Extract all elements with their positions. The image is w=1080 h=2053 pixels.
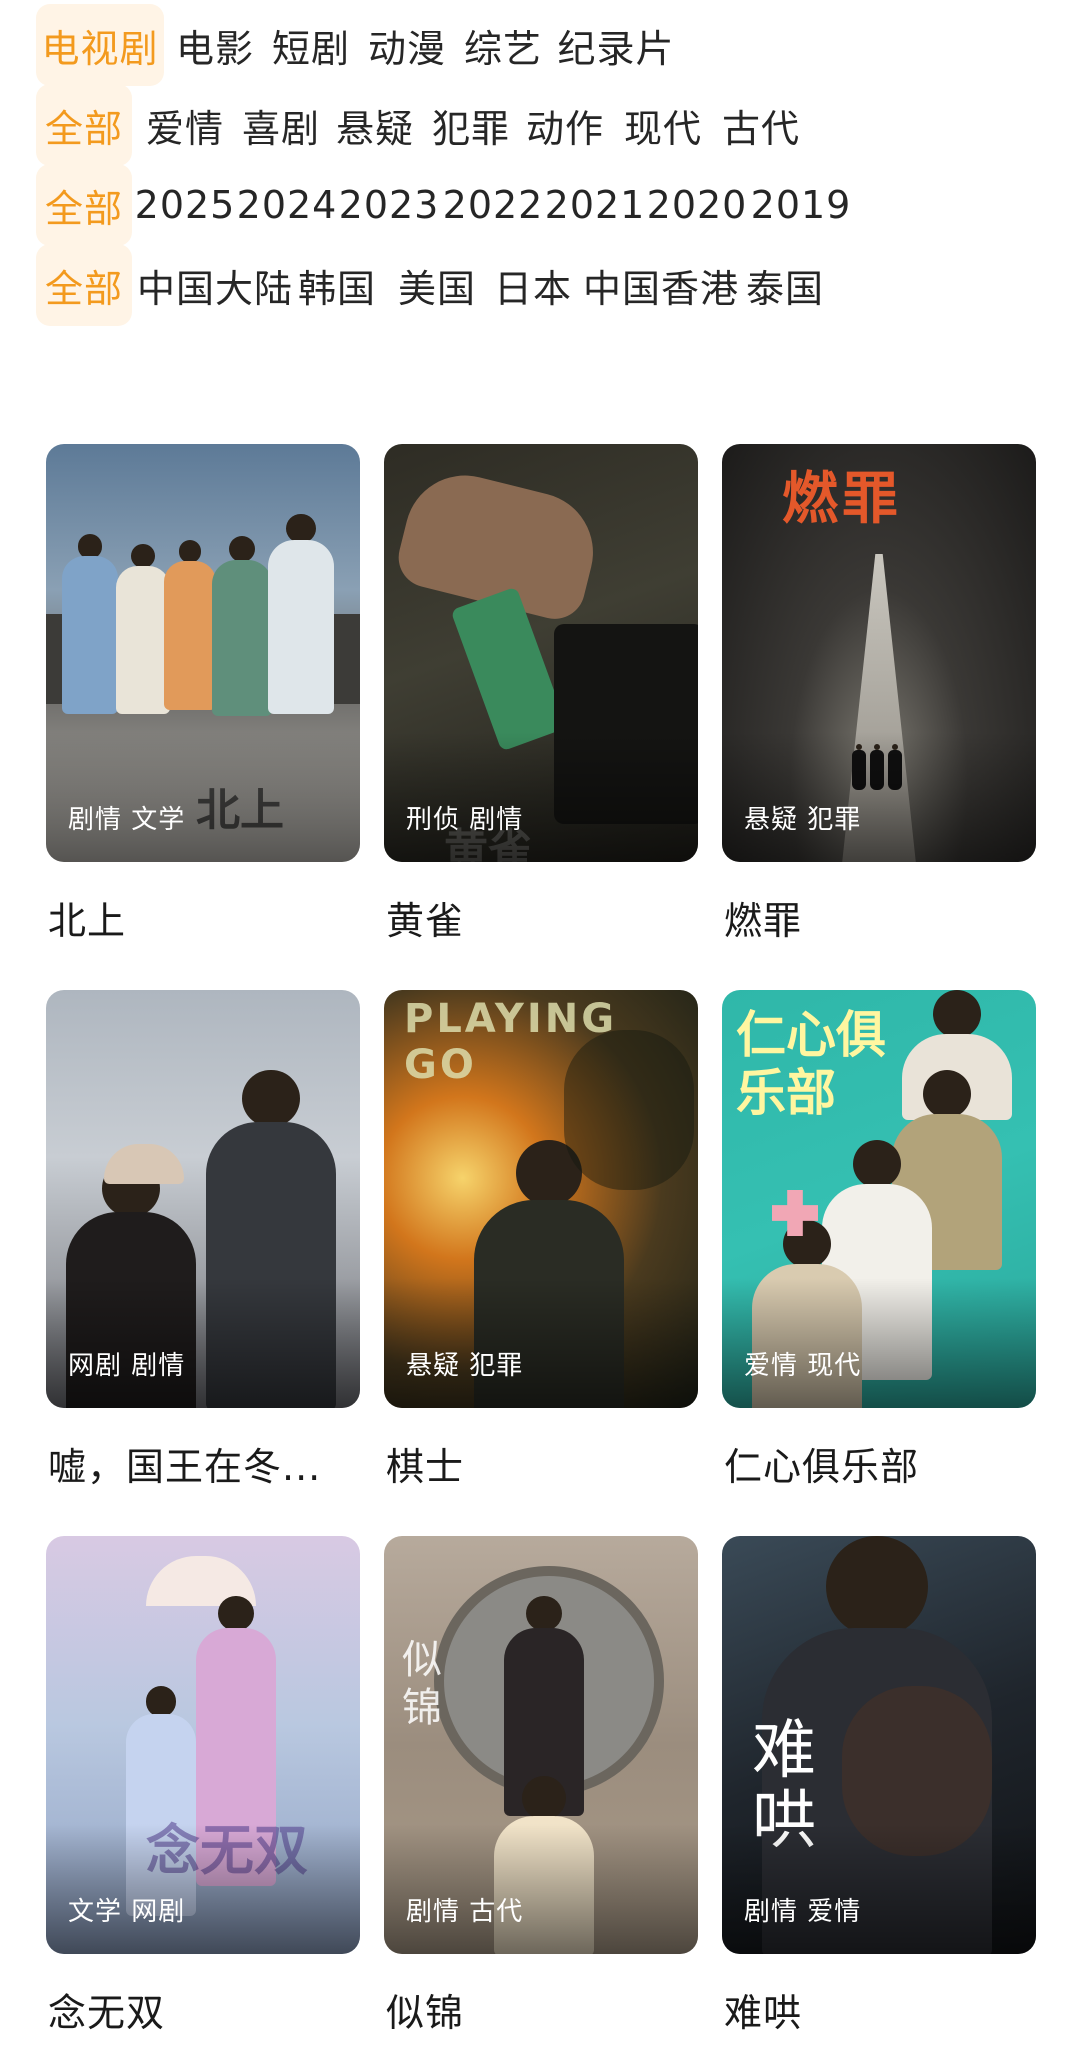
show-poster[interactable]: 黄雀刑侦 剧情 — [384, 444, 698, 862]
show-card[interactable]: 难哄 剧情 爱情难哄 — [722, 1536, 1036, 2035]
filter-chip[interactable]: 2025 — [135, 164, 235, 246]
show-title[interactable]: 仁心俱乐部 — [724, 1436, 1038, 1491]
show-title[interactable]: 难哄 — [724, 1982, 1038, 2037]
show-poster[interactable]: 难哄 剧情 爱情 — [722, 1536, 1036, 1954]
poster-gradient — [384, 732, 698, 862]
show-tags: 剧情 文学 — [68, 805, 186, 835]
show-card[interactable]: 燃罪 悬疑 犯罪 燃罪 — [722, 444, 1036, 943]
poster-gradient — [46, 1824, 360, 1954]
filter-chip[interactable]: 喜剧 — [236, 84, 326, 166]
show-card[interactable]: 念无双文学 网剧念无双 — [46, 1536, 360, 2035]
show-title[interactable]: 黄雀 — [386, 890, 700, 945]
filter-chip[interactable]: 电影 — [170, 4, 260, 86]
show-title[interactable]: 棋士 — [386, 1436, 700, 1491]
poster-gradient — [722, 732, 1036, 862]
show-card[interactable]: 仁心俱乐部 爱情 现代 仁心俱乐部 — [722, 990, 1036, 1489]
filter-chip[interactable]: 2019 — [751, 164, 851, 246]
show-title[interactable]: 似锦 — [386, 1982, 700, 2037]
filter-chip[interactable]: 中国香港 — [583, 244, 738, 326]
show-poster[interactable]: 北上剧情 文学 — [46, 444, 360, 862]
show-tags: 刑侦 剧情 — [406, 805, 524, 835]
filter-chip[interactable]: 短剧 — [266, 4, 356, 86]
filter-chip[interactable]: 中国大陆 — [137, 244, 292, 326]
filter-chip[interactable]: 日本 — [488, 244, 578, 326]
filter-chip[interactable]: 综艺 — [458, 4, 548, 86]
poster-title-art: PLAYING GO — [404, 996, 618, 1088]
poster-figure — [268, 514, 334, 714]
show-tags: 剧情 古代 — [406, 1897, 524, 1927]
filter-row-year: 全部 2025 2024 2023 2022 2021 2020 2019 — [0, 164, 1080, 250]
filter-chip[interactable]: 古代 — [716, 84, 806, 166]
filter-chip[interactable]: 2021 — [545, 164, 645, 246]
filter-row-region: 全部 中国大陆 韩国 美国 日本 中国香港 泰国 — [0, 244, 1080, 330]
poster-beanie — [104, 1144, 184, 1184]
filter-chip[interactable]: 全部 — [36, 164, 132, 246]
filter-chip[interactable]: 泰国 — [740, 244, 830, 326]
show-title[interactable]: 北上 — [48, 890, 362, 945]
filter-chip[interactable]: 2022 — [443, 164, 543, 246]
filter-chip[interactable]: 全部 — [36, 84, 132, 166]
filter-chip[interactable]: 2024 — [237, 164, 337, 246]
poster-gradient — [722, 1824, 1036, 1954]
poster-figure — [212, 536, 272, 716]
show-card[interactable]: 似锦 剧情 古代 似锦 — [384, 1536, 698, 2035]
show-tags: 悬疑 犯罪 — [744, 805, 862, 835]
poster-figure — [116, 544, 170, 714]
show-title[interactable]: 念无双 — [48, 1982, 362, 2037]
poster-gradient — [46, 732, 360, 862]
show-card[interactable]: PLAYING GO 悬疑 犯罪棋士 — [384, 990, 698, 1489]
poster-title-art: 似锦 — [402, 1637, 442, 1731]
show-card[interactable]: 黄雀刑侦 剧情黄雀 — [384, 444, 698, 943]
filter-chip[interactable]: 电视剧 — [36, 4, 164, 86]
show-tags: 爱情 现代 — [744, 1351, 862, 1381]
poster-gradient — [384, 1824, 698, 1954]
show-title[interactable]: 嘘，国王在冬... — [48, 1436, 362, 1491]
filter-chip[interactable]: 悬疑 — [330, 84, 420, 166]
filter-chip[interactable]: 纪录片 — [554, 4, 678, 86]
filter-chip[interactable]: 2023 — [339, 164, 439, 246]
show-tags: 文学 网剧 — [68, 1897, 186, 1927]
filter-chip[interactable]: 全部 — [36, 244, 132, 326]
poster-gradient — [46, 1278, 360, 1408]
poster-gradient — [722, 1278, 1036, 1408]
filter-chip[interactable]: 爱情 — [140, 84, 230, 166]
show-poster[interactable]: PLAYING GO 悬疑 犯罪 — [384, 990, 698, 1408]
show-tags: 网剧 剧情 — [68, 1351, 186, 1381]
filter-chip[interactable]: 动漫 — [362, 4, 452, 86]
filter-chip[interactable]: 动作 — [520, 84, 610, 166]
filter-row-type: 电视剧 电影 短剧 动漫 综艺 纪录片 — [0, 4, 1080, 90]
show-poster[interactable]: 念无双文学 网剧 — [46, 1536, 360, 1954]
filter-chip[interactable]: 2020 — [647, 164, 747, 246]
show-poster[interactable]: 似锦剧情 古代 — [384, 1536, 698, 1954]
show-poster[interactable]: 网剧 剧情 — [46, 990, 360, 1408]
filter-row-genre: 全部 爱情 喜剧 悬疑 犯罪 动作 现代 古代 — [0, 84, 1080, 170]
filter-chip[interactable]: 韩国 — [292, 244, 382, 326]
poster-gradient — [384, 1278, 698, 1408]
poster-figure — [62, 534, 118, 714]
filter-chip[interactable]: 美国 — [392, 244, 482, 326]
show-poster[interactable]: 燃罪悬疑 犯罪 — [722, 444, 1036, 862]
poster-figure — [164, 540, 216, 710]
show-card[interactable]: 网剧 剧情嘘，国王在冬... — [46, 990, 360, 1489]
poster-title-art: 燃罪 — [782, 467, 902, 532]
filter-chip[interactable]: 现代 — [618, 84, 708, 166]
show-tags: 剧情 爱情 — [744, 1897, 862, 1927]
filter-chip[interactable]: 犯罪 — [426, 84, 516, 166]
poster-title-art: 仁心俱乐部 — [736, 1006, 886, 1122]
show-title[interactable]: 燃罪 — [724, 890, 1038, 945]
show-poster[interactable]: 仁心俱乐部爱情 现代 — [722, 990, 1036, 1408]
show-tags: 悬疑 犯罪 — [406, 1351, 524, 1381]
show-card[interactable]: 北上剧情 文学北上 — [46, 444, 360, 943]
